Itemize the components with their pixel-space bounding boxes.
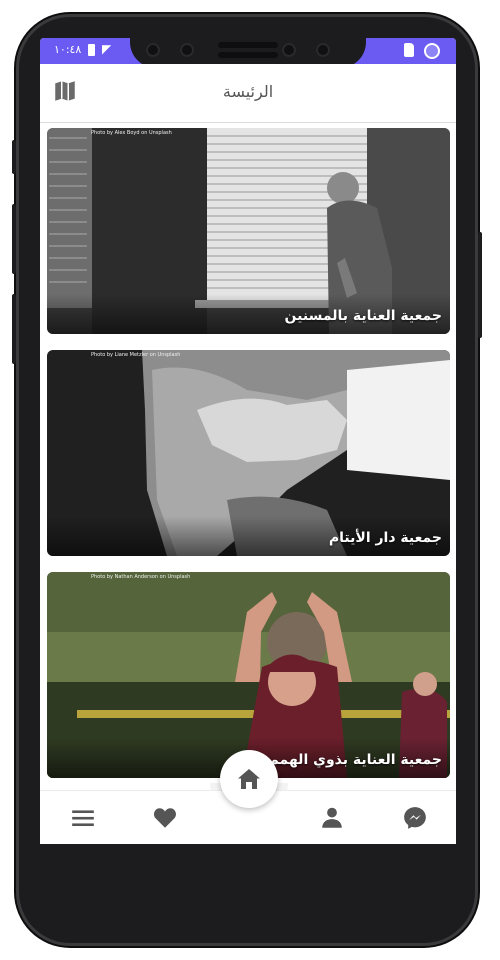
messenger-icon[interactable]: [402, 805, 428, 831]
app-screen: ١٠:٤٨ ◤ الرئيسة Photo by Alex Boyd on Un…: [40, 38, 456, 844]
sensor-icon: [282, 43, 296, 57]
camera-icon: [316, 43, 330, 57]
power-button: [478, 232, 482, 338]
side-button: [12, 294, 16, 364]
card-title: جمعية دار الأيتام: [328, 530, 442, 546]
card-orphanage[interactable]: Photo by Liane Metzler on Unsplash جمعية…: [47, 350, 450, 556]
volume-down-button: [12, 204, 16, 274]
camera-icon: [146, 43, 160, 57]
photo-credit: Photo by Liane Metzler on Unsplash: [91, 352, 181, 358]
card-special-needs[interactable]: Photo by Nathan Anderson on Unsplash جمع…: [47, 572, 450, 778]
no-signal-icon: ◤: [102, 42, 112, 56]
home-button[interactable]: [220, 750, 278, 808]
speaker-grille: [218, 42, 278, 48]
sync-status-icon: [424, 43, 440, 59]
status-time: ١٠:٤٨: [54, 43, 82, 56]
card-title: جمعية العناية بالمسنين: [284, 308, 442, 324]
card-title: جمعية العناية بذوي الهمم: [268, 752, 442, 768]
battery-icon: [88, 44, 95, 56]
camera-icon: [180, 43, 194, 57]
sd-card-icon: [404, 43, 414, 57]
photo-credit: Photo by Alex Boyd on Unsplash: [91, 130, 172, 136]
card-elderly-care[interactable]: Photo by Alex Boyd on Unsplash جمعية الع…: [47, 128, 450, 334]
home-icon: [238, 769, 260, 789]
photo-credit: Photo by Nathan Anderson on Unsplash: [91, 574, 191, 580]
speaker-grille: [218, 52, 278, 58]
app-bar: الرئيسة: [40, 64, 456, 123]
heart-icon[interactable]: [152, 805, 178, 831]
volume-up-button: [12, 140, 16, 174]
hamburger-menu-icon[interactable]: [70, 805, 96, 831]
person-icon[interactable]: [319, 805, 345, 831]
page-title: الرئيسة: [222, 82, 274, 101]
